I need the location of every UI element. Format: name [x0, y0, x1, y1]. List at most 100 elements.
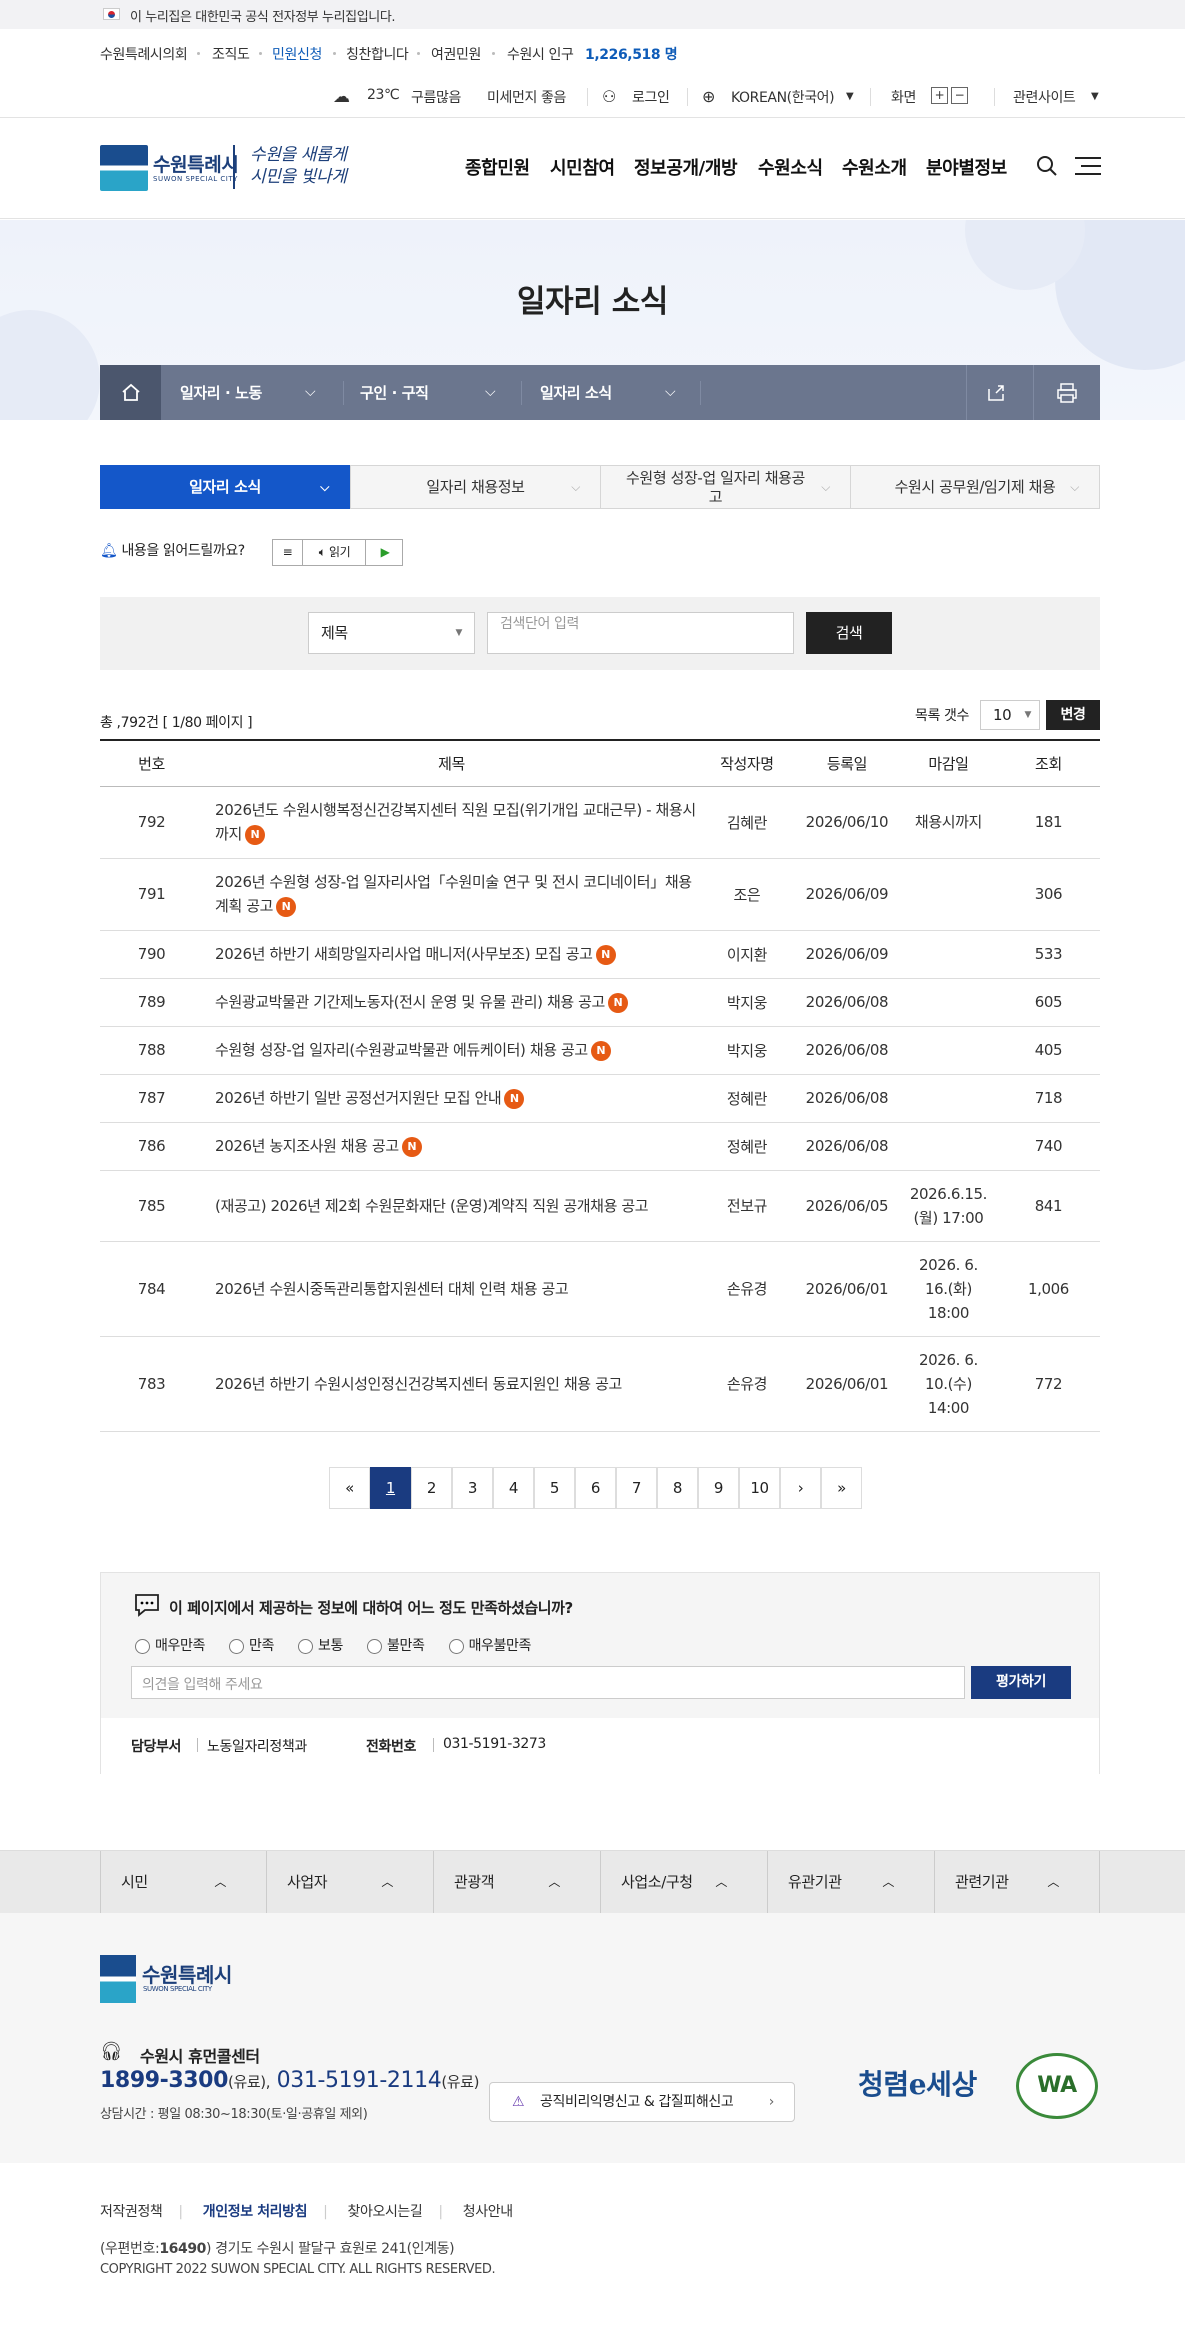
new-badge: N [590, 1040, 611, 1061]
tab-job-news[interactable]: 일자리 소식 ⌵ [100, 465, 350, 509]
row-title[interactable]: 2026년 하반기 수원시성인정신건강복지센터 동료지원인 채용 공고 [203, 1336, 700, 1432]
next-page-button[interactable]: › [780, 1467, 821, 1509]
menu-about[interactable]: 수원소개 [842, 154, 907, 180]
praise-link[interactable]: 칭찬합니다 [346, 44, 409, 64]
last-page-button[interactable]: » [821, 1467, 862, 1509]
row-title[interactable]: 2026년 농지조사원 채용 공고 N [203, 1122, 700, 1171]
directions-link[interactable]: 찾아오시는길 [348, 2204, 423, 2220]
org-chart-link[interactable]: 조직도 [212, 44, 250, 64]
page-4[interactable]: 4 [493, 1467, 534, 1509]
report-button[interactable]: ⚠ 공직비리익명신고 & 갑질피해신고 › [489, 2082, 795, 2122]
print-icon[interactable] [1056, 382, 1078, 404]
login-link[interactable]: 로그인 [632, 87, 670, 107]
home-icon[interactable] [100, 365, 161, 420]
language-select[interactable]: KOREAN(한국어) [731, 87, 835, 107]
chevron-down-icon[interactable]: ⌵ [665, 384, 676, 400]
row-views: 740 [996, 1122, 1100, 1171]
table-row[interactable]: 788 수원형 성장-업 일자리(수원광교박물관 에듀케이터) 채용 공고 N 박지웅… [100, 1026, 1100, 1075]
breadcrumb-item[interactable]: 구인 · 구직 [360, 382, 429, 403]
privacy-policy-link[interactable]: 개인정보 처리방침 [203, 2204, 308, 2220]
footer-menu-related[interactable]: 관련기관 ︿ [935, 1851, 1100, 1914]
share-icon[interactable] [986, 383, 1006, 403]
table-row[interactable]: 789 수원광교박물관 기간제노동자(전시 운영 및 유물 관리) 채용 공고 N 박… [100, 978, 1100, 1027]
chevron-down-icon[interactable]: ⌵ [485, 384, 496, 400]
page-1[interactable]: 1 [370, 1467, 411, 1509]
row-title[interactable]: (재공고) 2026년 제2회 수원문화재단 (운영)계약직 직원 공개채용 공… [203, 1170, 700, 1242]
table-row[interactable]: 786 2026년 농지조사원 채용 공고 N 정혜란 2026/06/08 740 [100, 1122, 1100, 1171]
row-title[interactable]: 2026년 수원형 성장-업 일자리사업「수원미술 연구 및 전시 코디네이터」… [203, 858, 700, 931]
radio-satisfied[interactable]: 만족 [228, 1638, 274, 1654]
row-title[interactable]: 수원형 성장-업 일자리(수원광교박물관 에듀케이터) 채용 공고 N [203, 1026, 700, 1075]
logo-name[interactable]: 수원특례시 [153, 150, 239, 177]
footer-menu-office[interactable]: 사업소/구청 ︿ [601, 1851, 768, 1914]
footer-menu-tourist[interactable]: 관광객 ︿ [434, 1851, 601, 1914]
row-date: 2026/06/01 [793, 1336, 900, 1432]
clean-world-logo[interactable]: 청렴e세상 [858, 2063, 977, 2103]
row-title[interactable]: 2026년 하반기 일반 공정선거지원단 모집 안내 N [203, 1074, 700, 1123]
read-button[interactable]: 🔈︎ 읽기 [304, 540, 366, 565]
table-row[interactable]: 783 2026년 하반기 수원시성인정신건강복지센터 동료지원인 채용 공고 손유… [100, 1336, 1100, 1432]
table-row[interactable]: 791 2026년 수원형 성장-업 일자리사업「수원미술 연구 및 전시 코디네… [100, 858, 1100, 931]
page-8[interactable]: 8 [657, 1467, 698, 1509]
page-5[interactable]: 5 [534, 1467, 575, 1509]
radio-very-unsatisfied[interactable]: 매우불만족 [448, 1638, 531, 1654]
read-aloud-player[interactable]: ≡ 🔈︎ 읽기 ▶ [272, 539, 403, 566]
radio-very-satisfied[interactable]: 매우만족 [135, 1638, 205, 1654]
footer-menu-citizen[interactable]: 시민 ︿ [100, 1851, 267, 1914]
row-deadline [899, 1122, 997, 1171]
page-3[interactable]: 3 [452, 1467, 493, 1509]
list-count-apply-button[interactable]: 변경 [1046, 700, 1100, 730]
play-icon[interactable]: ▶ [368, 540, 402, 565]
tab-growup-recruit[interactable]: 수원형 성장-업 일자리 채용공고 ⌵ [600, 465, 851, 509]
suwon-logo-icon[interactable] [100, 145, 148, 191]
table-row[interactable]: 790 2026년 하반기 새희망일자리사업 매니저(사무보조) 모집 공고 N 이지… [100, 930, 1100, 979]
copyright-policy-link[interactable]: 저작권정책 [100, 2204, 163, 2220]
table-row[interactable]: 784 2026년 수원시중독관리통합지원센터 대체 인력 채용 공고 손유경 202… [100, 1241, 1100, 1337]
table-row[interactable]: 787 2026년 하반기 일반 공정선거지원단 모집 안내 N 정혜란 2026/06… [100, 1074, 1100, 1123]
row-title[interactable]: 수원광교박물관 기간제노동자(전시 운영 및 유물 관리) 채용 공고 N [203, 978, 700, 1027]
footer-menu-affiliated[interactable]: 유관기관 ︿ [768, 1851, 935, 1914]
breadcrumb-item[interactable]: 일자리 소식 [540, 382, 612, 403]
opinion-input[interactable]: 의견을 입력해 주세요 [131, 1666, 965, 1699]
page-6[interactable]: 6 [575, 1467, 616, 1509]
hamburger-menu-icon[interactable] [1075, 155, 1101, 177]
first-page-button[interactable]: « [329, 1467, 370, 1509]
search-icon[interactable] [1036, 155, 1058, 177]
tab-public-servant[interactable]: 수원시 공무원/임기제 채용 ⌵ [850, 465, 1100, 509]
page-10[interactable]: 10 [739, 1467, 780, 1509]
search-input[interactable]: 검색단어 입력 [487, 612, 794, 654]
list-icon[interactable]: ≡ [273, 540, 303, 565]
radio-neutral[interactable]: 보통 [298, 1638, 343, 1654]
breadcrumb-item[interactable]: 일자리 · 노동 [180, 382, 262, 403]
search-button[interactable]: 검색 [806, 612, 892, 654]
council-link[interactable]: 수원특례시의회 [100, 44, 188, 64]
page-9[interactable]: 9 [698, 1467, 739, 1509]
menu-field-info[interactable]: 분야별정보 [926, 154, 1007, 180]
zoom-out-button[interactable]: − [951, 87, 968, 104]
row-author: 손유경 [699, 1336, 794, 1432]
evaluate-button[interactable]: 평가하기 [971, 1666, 1071, 1699]
page-2[interactable]: 2 [411, 1467, 452, 1509]
civil-petition-link[interactable]: 민원신청 [272, 44, 322, 64]
row-title[interactable]: 2026년 수원시중독관리통합지원센터 대체 인력 채용 공고 [203, 1241, 700, 1337]
table-row[interactable]: 792 2026년도 수원시행복정신건강복지센터 직원 모집(위기개입 교대근무)… [100, 786, 1100, 859]
menu-civil-service[interactable]: 종합민원 [465, 154, 530, 180]
page-7[interactable]: 7 [616, 1467, 657, 1509]
row-title[interactable]: 2026년 하반기 새희망일자리사업 매니저(사무보조) 모집 공고 N [203, 930, 700, 979]
row-deadline [899, 1026, 997, 1075]
tab-job-recruit[interactable]: 일자리 채용정보 ⌵ [350, 465, 601, 509]
footer-menu-business[interactable]: 사업자 ︿ [267, 1851, 434, 1914]
menu-info-open[interactable]: 정보공개/개방 [634, 154, 738, 180]
table-row[interactable]: 785 (재공고) 2026년 제2회 수원문화재단 (운영)계약직 직원 공개채… [100, 1170, 1100, 1242]
passport-link[interactable]: 여권민원 [431, 44, 481, 64]
row-title[interactable]: 2026년도 수원시행복정신건강복지센터 직원 모집(위기개입 교대근무) - … [203, 786, 700, 859]
radio-unsatisfied[interactable]: 불만족 [367, 1638, 425, 1654]
related-sites-select[interactable]: 관련사이트 [1013, 87, 1076, 107]
list-count-select[interactable]: 10 ▼ [980, 700, 1040, 730]
zoom-in-button[interactable]: + [931, 87, 948, 104]
building-guide-link[interactable]: 청사안내 [463, 2204, 513, 2220]
menu-participation[interactable]: 시민참여 [550, 154, 615, 180]
menu-news[interactable]: 수원소식 [758, 154, 823, 180]
search-type-select[interactable]: 제목 ▼ [308, 612, 475, 654]
chevron-down-icon[interactable]: ⌵ [305, 384, 316, 400]
